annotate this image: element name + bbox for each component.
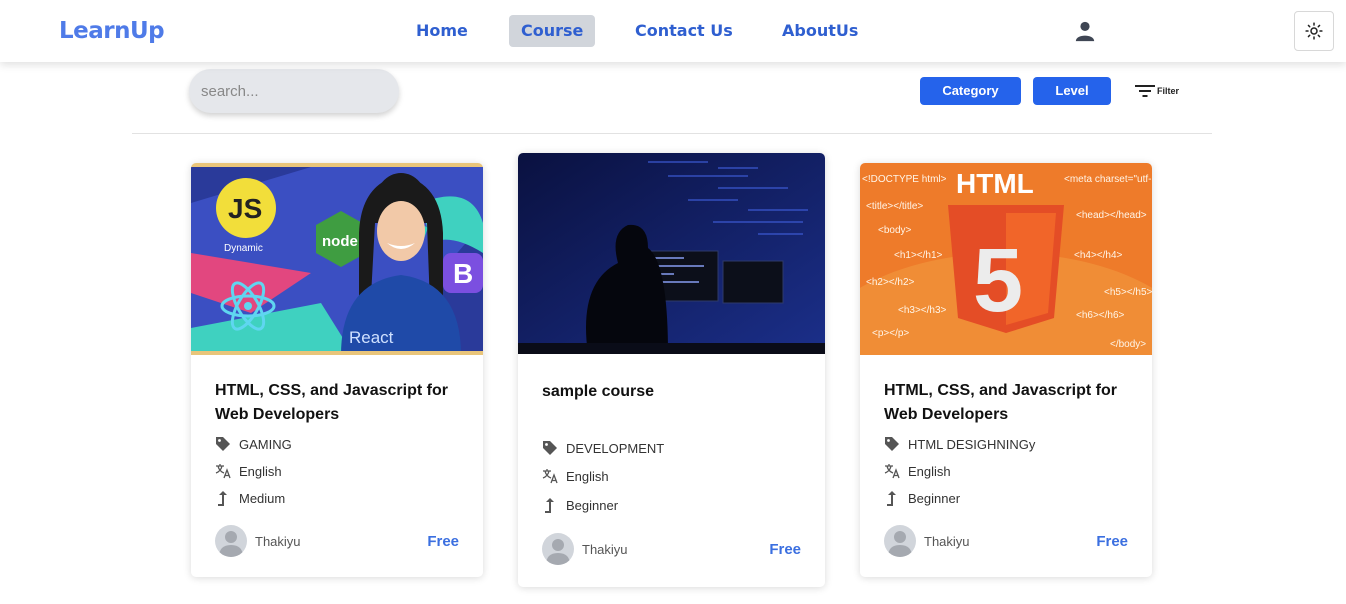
thumb-dynamic-text: Dynamic [224, 243, 263, 254]
thumb-html-heading: HTML [956, 168, 1034, 199]
thumb-react-text: React [349, 328, 394, 347]
course-language: English [215, 463, 282, 479]
thumb-tag: <title></title> [866, 201, 923, 212]
logo[interactable]: LearnUp [59, 18, 165, 44]
divider [132, 133, 1212, 134]
thumb-tag: <body> [878, 225, 912, 236]
search-input[interactable] [189, 69, 399, 113]
translate-icon [884, 464, 900, 479]
course-card-2[interactable]: sample course DEVELOPMENT English Beginn… [518, 153, 825, 587]
language-label: English [566, 468, 609, 484]
category-label: DEVELOPMENT [566, 440, 665, 456]
top-navbar: LearnUp Home Course Contact Us AboutUs [0, 0, 1346, 62]
thumb-js-text: JS [228, 193, 262, 224]
course-language: English [884, 463, 951, 479]
course-level: Beginner [884, 490, 960, 506]
nav-contact-us[interactable]: Contact Us [623, 15, 745, 47]
course-thumbnail-3[interactable]: HTML 5 <!DOCTYPE html> <meta charset="ut… [860, 163, 1152, 355]
thumb-tag: <h1></h1> [894, 250, 943, 261]
thumb-tag: <p></p> [872, 328, 909, 339]
author-name: Thakiyu [255, 533, 301, 549]
author-name: Thakiyu [582, 541, 628, 557]
level-label: Beginner [566, 497, 619, 513]
nav-about-us[interactable]: AboutUs [770, 15, 870, 47]
course-category: HTML DESIGHNINGy [884, 436, 1035, 452]
thumb-tag: <meta charset="utf-8 [1064, 174, 1152, 185]
course-price: Free [427, 533, 459, 550]
course-title[interactable]: HTML, CSS, and Javascript for Web Develo… [215, 379, 465, 427]
thumb-node-text: node [322, 233, 358, 250]
course-author: Thakiyu [542, 533, 628, 565]
course-price: Free [1096, 533, 1128, 550]
nav-home[interactable]: Home [404, 15, 480, 47]
thumb-tag: <h5></h5> [1104, 287, 1152, 298]
level-arrow-icon [218, 491, 227, 506]
thumb-tag: <h3></h3> [898, 305, 947, 316]
avatar [215, 525, 247, 557]
course-price: Free [769, 541, 801, 558]
thumb-html5-badge: 5 [973, 231, 1023, 331]
thumb-tag: <h2></h2> [866, 277, 915, 288]
thumb-tag: <h4></h4> [1074, 250, 1123, 261]
course-author: Thakiyu [884, 525, 970, 557]
theme-toggle-button[interactable] [1294, 11, 1334, 51]
tag-icon [543, 441, 557, 455]
category-label: HTML DESIGHNINGy [908, 436, 1036, 452]
tag-icon [216, 437, 230, 451]
thumb-tag: <h6></h6> [1076, 310, 1125, 321]
translate-icon [542, 469, 558, 484]
avatar [542, 533, 574, 565]
course-level: Beginner [542, 497, 618, 513]
thumb-tag: <!DOCTYPE html> [862, 174, 947, 185]
course-thumbnail-2[interactable] [518, 153, 825, 354]
thumb-bootstrap-text: B [453, 258, 473, 289]
course-author: Thakiyu [215, 525, 301, 557]
level-label: Beginner [908, 490, 961, 506]
course-category: GAMING [215, 436, 292, 452]
course-level: Medium [215, 490, 285, 506]
course-title[interactable]: sample course [542, 380, 792, 404]
tag-icon [885, 437, 899, 451]
course-thumbnail-1[interactable]: B JS Dynamic node React [191, 163, 483, 355]
category-label: GAMING [239, 436, 292, 452]
language-label: English [908, 463, 951, 479]
course-title[interactable]: HTML, CSS, and Javascript for Web Develo… [884, 379, 1134, 427]
user-icon[interactable] [1074, 20, 1096, 42]
language-label: English [239, 463, 282, 479]
nav-course[interactable]: Course [509, 15, 596, 47]
level-arrow-icon [545, 498, 554, 513]
avatar [884, 525, 916, 557]
thumb-tag: </body> [1110, 339, 1146, 350]
filter-label: Filter [1157, 86, 1180, 96]
course-card-3[interactable]: HTML 5 <!DOCTYPE html> <meta charset="ut… [860, 163, 1152, 577]
level-arrow-icon [887, 491, 896, 506]
filter-icon [1135, 85, 1155, 97]
course-language: English [542, 468, 609, 484]
course-card-1[interactable]: B JS Dynamic node React HTML, CSS, and J… [191, 163, 483, 577]
course-category: DEVELOPMENT [542, 440, 664, 456]
category-button[interactable]: Category [920, 77, 1021, 105]
filter-button[interactable]: Filter [1135, 84, 1179, 98]
thumb-tag: <head></head> [1076, 210, 1147, 221]
translate-icon [215, 464, 231, 479]
sun-icon [1305, 22, 1323, 40]
level-label: Medium [239, 490, 286, 506]
level-button[interactable]: Level [1033, 77, 1111, 105]
author-name: Thakiyu [924, 533, 970, 549]
